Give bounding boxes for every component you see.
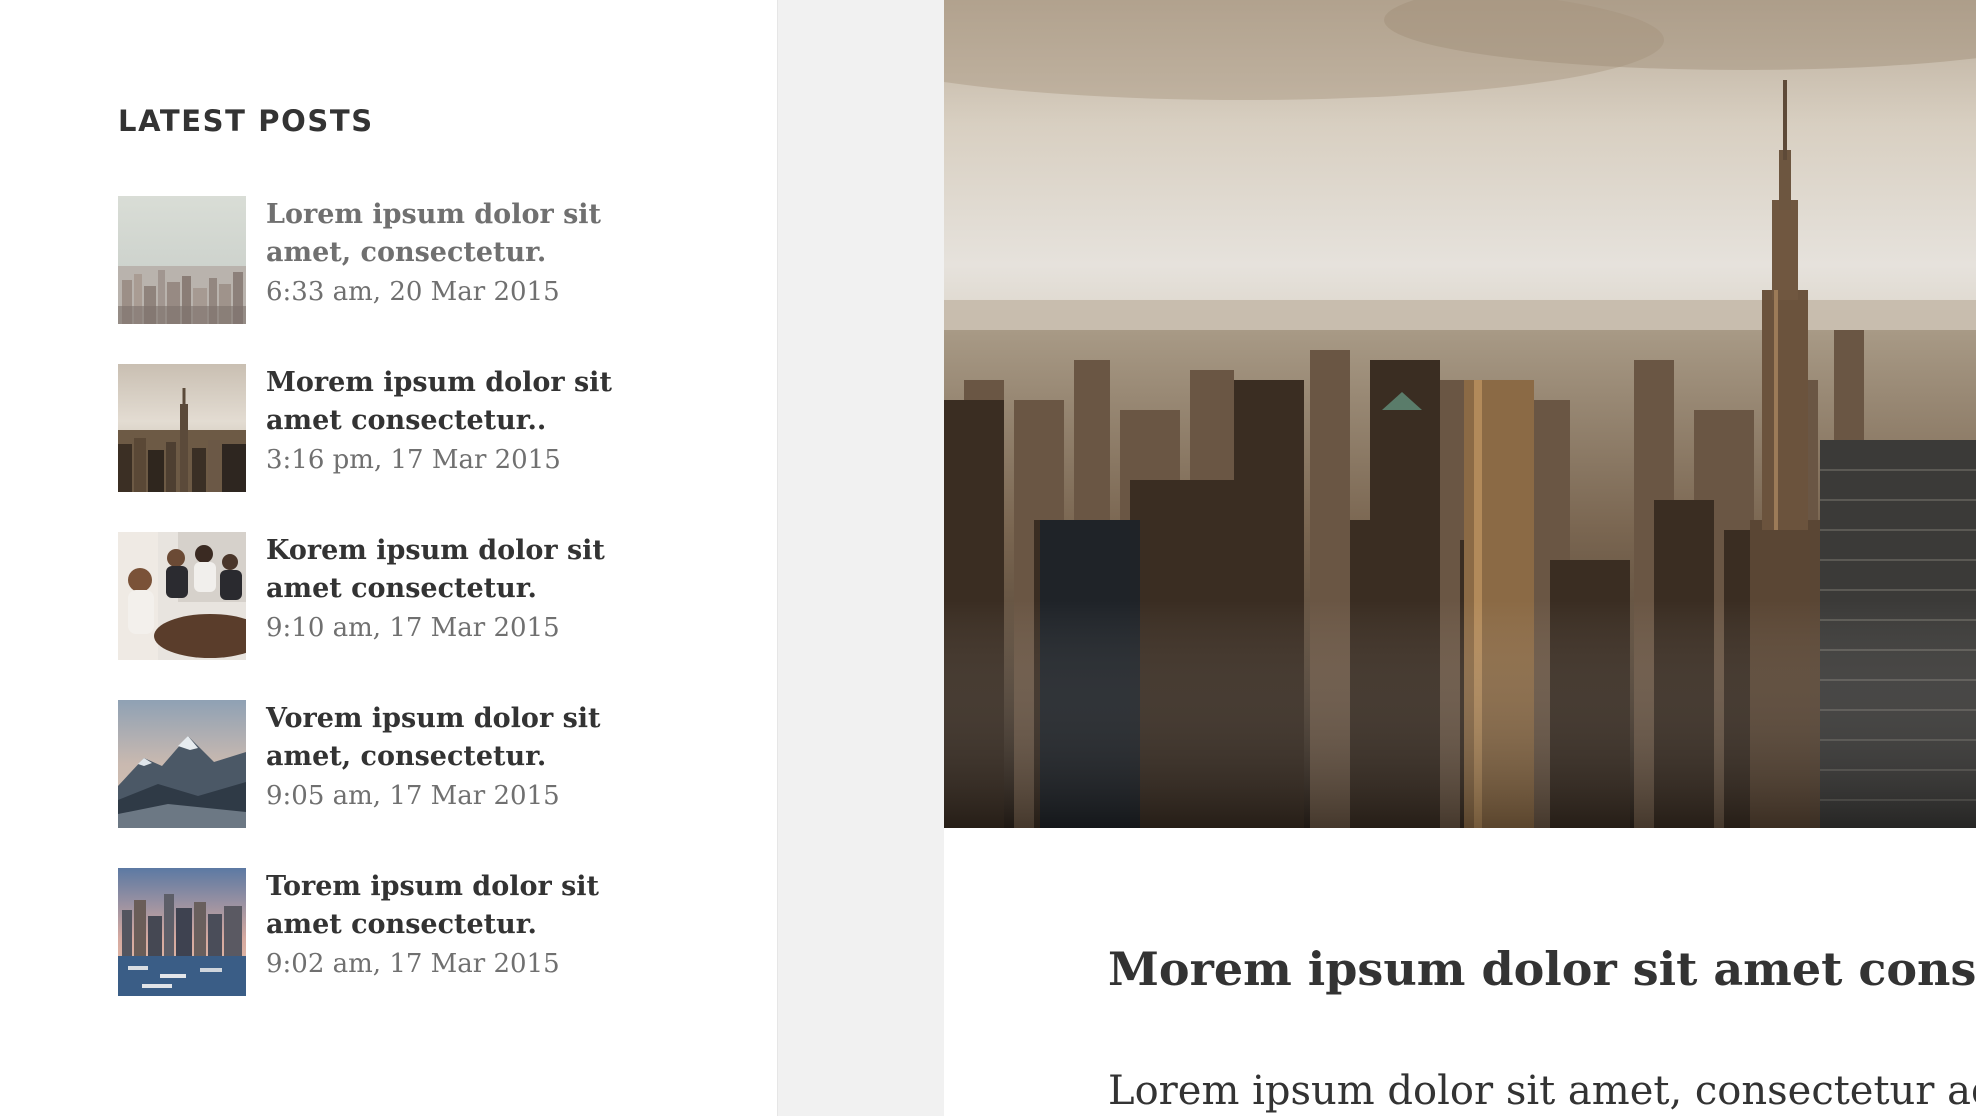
post-date: 9:02 am, 17 Mar 2015 [266, 949, 560, 979]
post-title-link[interactable]: Torem ipsum dolor sit amet consectetur. [266, 868, 626, 944]
article-excerpt: Lorem ipsum dolor sit amet, consectetur … [1108, 1068, 1976, 1114]
post-thumbnail[interactable] [118, 700, 246, 828]
post-thumbnail[interactable] [118, 868, 246, 996]
post-title-link[interactable]: Morem ipsum dolor sit amet consectetur.. [266, 364, 626, 440]
featured-image[interactable] [944, 0, 1976, 828]
post-thumbnail[interactable] [118, 364, 246, 492]
post-title-link[interactable]: Lorem ipsum dolor sit amet, consectetur. [266, 196, 626, 272]
article-card: Morem ipsum dolor sit amet consectetur..… [944, 0, 1976, 1116]
post-title-link[interactable]: Vorem ipsum dolor sit amet, consectetur. [266, 700, 626, 776]
post-date: 9:05 am, 17 Mar 2015 [266, 781, 560, 811]
sidebar: LATEST POSTS Lorem ipsum dolor sit amet,… [0, 0, 778, 1116]
post-date: 6:33 am, 20 Mar 2015 [266, 277, 560, 307]
post-title-link[interactable]: Korem ipsum dolor sit amet consectetur. [266, 532, 626, 608]
post-thumbnail[interactable] [118, 532, 246, 660]
post-date: 9:10 am, 17 Mar 2015 [266, 613, 560, 643]
post-date: 3:16 pm, 17 Mar 2015 [266, 445, 561, 475]
post-thumbnail[interactable] [118, 196, 246, 324]
article-title[interactable]: Morem ipsum dolor sit amet consectetur.. [1108, 942, 1976, 996]
latest-posts-heading: LATEST POSTS [118, 104, 374, 138]
